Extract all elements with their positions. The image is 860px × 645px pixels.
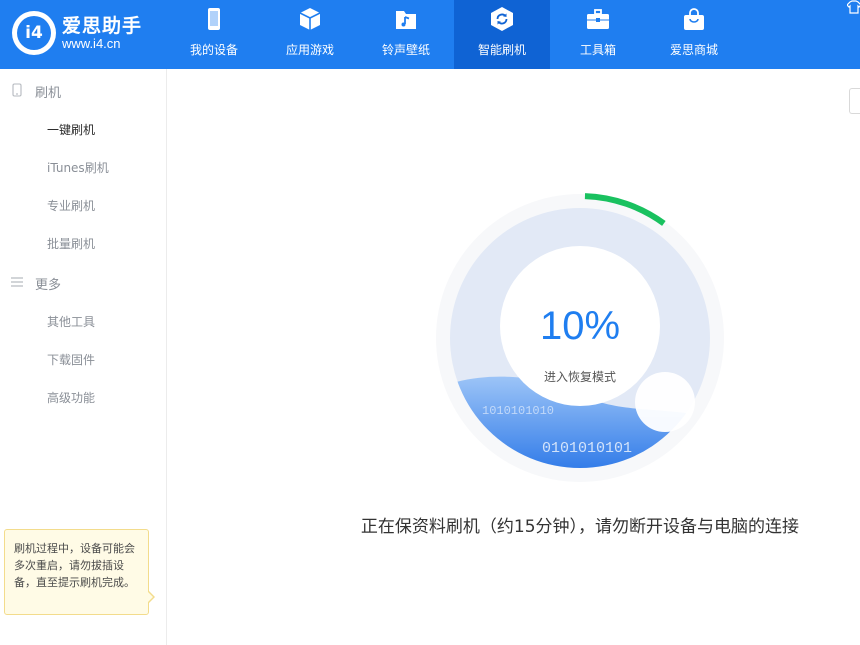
shopping-bag-icon xyxy=(684,8,704,30)
phone-outline-icon xyxy=(12,83,22,97)
phone-icon xyxy=(208,8,220,30)
side-tab-handle[interactable] xyxy=(849,88,860,114)
main-nav: 我的设备 应用游戏 铃声壁纸 智能刷机 工具箱 爱思商城 xyxy=(166,0,742,69)
flash-tip-box: 刷机过程中，设备可能会多次重启，请勿拔插设备，直至提示刷机完成。 xyxy=(4,529,149,615)
sidebar-item-label: 其他工具 xyxy=(47,315,96,329)
nav-label: 我的设备 xyxy=(189,43,238,57)
sidebar-section-flash[interactable]: 刷机 xyxy=(0,71,167,109)
nav-label: 智能刷机 xyxy=(477,43,526,57)
app-logo[interactable]: i4 爱思助手 www.i4.cn xyxy=(12,9,162,59)
nav-apps-games[interactable]: 应用游戏 xyxy=(262,0,358,69)
nav-label: 工具箱 xyxy=(579,43,616,57)
progress-percent: 10% xyxy=(539,304,621,348)
sidebar-item-label: 专业刷机 xyxy=(47,199,96,213)
sidebar-item-other-tools[interactable]: 其他工具 xyxy=(0,302,167,340)
nav-label: 铃声壁纸 xyxy=(381,43,430,57)
cube-icon xyxy=(299,8,321,30)
nav-toolbox[interactable]: 工具箱 xyxy=(550,0,646,69)
sidebar-item-itunes-flash[interactable]: iTunes刷机 xyxy=(0,148,167,186)
sidebar-item-one-click-flash[interactable]: 一键刷机 xyxy=(0,110,167,148)
app-title: 爱思助手 xyxy=(62,15,143,37)
nav-ringtones-wallpapers[interactable]: 铃声壁纸 xyxy=(358,0,454,69)
top-bar: i4 爱思助手 www.i4.cn 我的设备 应用游戏 铃声壁纸 智能刷机 工具… xyxy=(0,0,860,69)
logo-mark-text: i4 xyxy=(17,16,51,50)
nav-label: 爱思商城 xyxy=(669,43,718,57)
sidebar-item-batch-flash[interactable]: 批量刷机 xyxy=(0,224,167,262)
progress-phase: 进入恢复模式 xyxy=(543,370,616,384)
nav-label: 应用游戏 xyxy=(285,43,334,57)
sidebar-item-advanced[interactable]: 高级功能 xyxy=(0,378,167,416)
refresh-cycle-icon xyxy=(491,7,513,31)
logo-mark: i4 xyxy=(12,11,56,55)
sidebar-item-label: 高级功能 xyxy=(47,391,96,405)
menu-lines-icon xyxy=(11,277,23,287)
app-url: www.i4.cn xyxy=(62,36,121,51)
sidebar-item-label: 一键刷机 xyxy=(47,123,96,137)
nav-store[interactable]: 爱思商城 xyxy=(646,0,742,69)
nav-smart-flash[interactable]: 智能刷机 xyxy=(454,0,550,69)
sidebar-section-more[interactable]: 更多 xyxy=(0,263,167,301)
shirt-icon[interactable] xyxy=(847,0,860,14)
sidebar-item-download-firmware[interactable]: 下载固件 xyxy=(0,340,167,378)
sidebar-item-label: 下载固件 xyxy=(47,353,96,367)
music-folder-icon xyxy=(396,11,416,29)
toolbox-icon xyxy=(587,9,609,29)
tip-arrow-inner xyxy=(148,592,153,602)
binary-text-1: 1010101010 xyxy=(482,404,554,418)
sidebar-item-label: iTunes刷机 xyxy=(47,161,109,175)
nav-my-device[interactable]: 我的设备 xyxy=(166,0,262,69)
sidebar-section-label: 更多 xyxy=(35,278,62,293)
sidebar-item-pro-flash[interactable]: 专业刷机 xyxy=(0,186,167,224)
sidebar-section-label: 刷机 xyxy=(35,86,62,101)
flash-status-text: 正在保资料刷机（约15分钟），请勿断开设备与电脑的连接 xyxy=(360,517,800,537)
sidebar-item-label: 批量刷机 xyxy=(47,237,96,251)
binary-text-2: 0101010101 xyxy=(542,440,632,457)
